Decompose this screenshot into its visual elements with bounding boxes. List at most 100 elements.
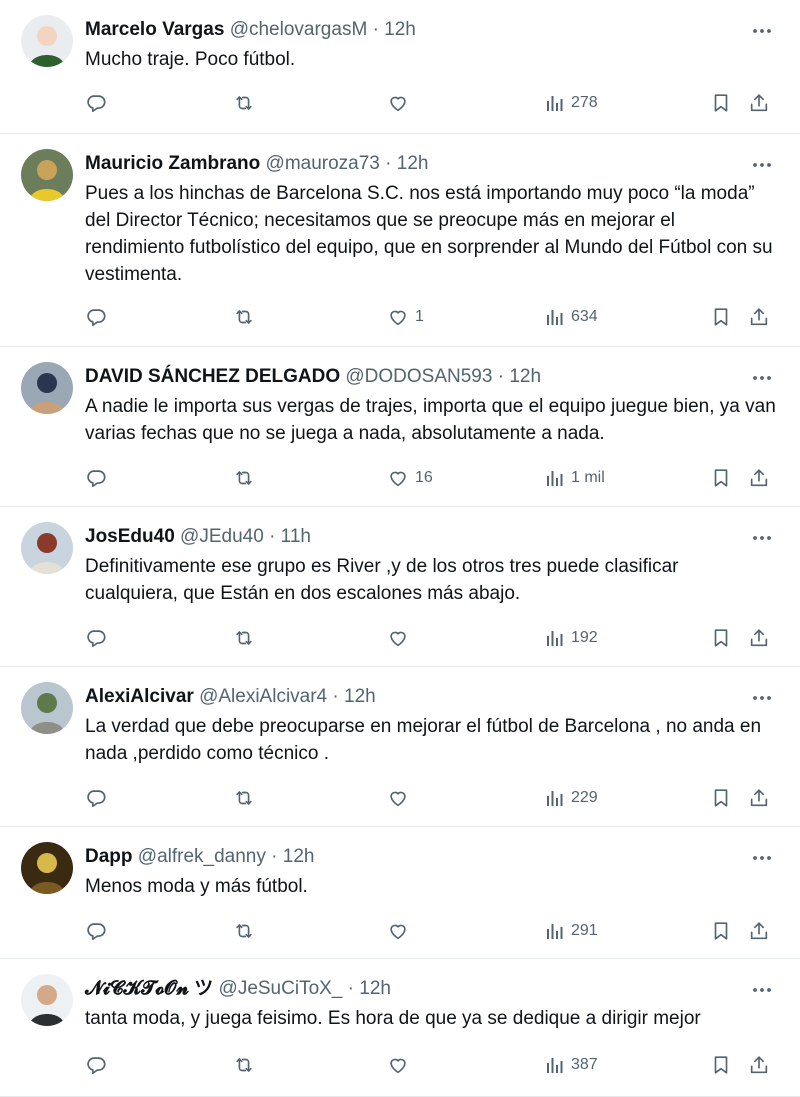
retweet-button[interactable]	[233, 304, 261, 330]
tweet-header: JosEdu40 @JEdu40 · 11h	[85, 524, 740, 550]
retweet-button[interactable]	[233, 465, 261, 491]
more-icon[interactable]	[750, 846, 774, 870]
reply-button[interactable]	[85, 304, 113, 330]
display-name[interactable]: Mauricio Zambrano	[85, 153, 260, 174]
display-name[interactable]: Dapp	[85, 846, 133, 867]
tweet-text: Mucho traje. Poco fútbol.	[85, 49, 296, 70]
timestamp[interactable]: 12h	[283, 846, 315, 867]
tweet-header: DAVID SÁNCHEZ DELGADO @DODOSAN593 · 12h	[85, 364, 740, 390]
user-handle[interactable]: @DODOSAN593	[345, 366, 492, 387]
avatar[interactable]	[21, 842, 73, 894]
like-button[interactable]	[387, 918, 415, 944]
views-button[interactable]: 229	[545, 785, 598, 811]
separator-dot: ·	[271, 846, 278, 867]
avatar[interactable]	[21, 362, 73, 414]
reply-button[interactable]	[85, 918, 113, 944]
more-icon[interactable]	[750, 686, 774, 710]
more-icon[interactable]	[750, 19, 774, 43]
tweet[interactable]: Mauricio Zambrano @mauroza73 · 12h Pues …	[0, 134, 800, 347]
heart-icon	[387, 1054, 409, 1076]
views-button[interactable]: 634	[545, 304, 598, 330]
share-button[interactable]	[748, 785, 770, 811]
views-button[interactable]: 192	[545, 625, 598, 651]
bookmark-button[interactable]	[710, 625, 732, 651]
more-icon[interactable]	[750, 366, 774, 390]
bookmark-icon	[710, 467, 732, 489]
like-button[interactable]: 16	[387, 465, 433, 491]
retweet-button[interactable]	[233, 785, 261, 811]
action-bar: 192	[85, 625, 776, 651]
more-icon[interactable]	[750, 153, 774, 177]
retweet-button[interactable]	[233, 90, 261, 116]
avatar-image	[21, 974, 73, 1026]
display-name[interactable]: AlexiAlcivar	[85, 686, 194, 707]
timestamp[interactable]: 11h	[281, 526, 311, 547]
like-button[interactable]	[387, 90, 415, 116]
avatar[interactable]	[21, 149, 73, 201]
avatar-image	[21, 362, 73, 414]
views-icon	[545, 921, 565, 941]
reply-button[interactable]	[85, 465, 113, 491]
avatar[interactable]	[21, 682, 73, 734]
display-name[interactable]: DAVID SÁNCHEZ DELGADO	[85, 366, 340, 387]
user-handle[interactable]: @mauroza73	[266, 153, 380, 174]
share-button[interactable]	[748, 625, 770, 651]
retweet-icon	[233, 787, 255, 809]
user-handle[interactable]: @AlexiAlcivar4	[199, 686, 327, 707]
share-button[interactable]	[748, 1052, 770, 1078]
display-name[interactable]: JosEdu40	[85, 526, 175, 547]
like-button[interactable]: 1	[387, 304, 424, 330]
retweet-button[interactable]	[233, 918, 261, 944]
tweet[interactable]: 𝓝𝓲𝓒𝓚𝓣𝓸𝓞𝓷 ツ @JeSuCiToX_ · 12h tanta moda,…	[0, 959, 800, 1097]
user-handle[interactable]: @alfrek_danny	[138, 846, 266, 867]
like-button[interactable]	[387, 625, 415, 651]
bookmark-button[interactable]	[710, 304, 732, 330]
timestamp[interactable]: 12h	[359, 978, 391, 999]
user-handle[interactable]: @JEdu40	[180, 526, 264, 547]
tweet[interactable]: Dapp @alfrek_danny · 12h Menos moda y má…	[0, 827, 800, 959]
avatar[interactable]	[21, 522, 73, 574]
bookmark-button[interactable]	[710, 785, 732, 811]
user-handle[interactable]: @chelovargasM	[230, 19, 368, 40]
share-button[interactable]	[748, 304, 770, 330]
reply-button[interactable]	[85, 1052, 113, 1078]
avatar[interactable]	[21, 15, 73, 67]
user-handle[interactable]: @JeSuCiToX_	[219, 978, 343, 999]
share-button[interactable]	[748, 465, 770, 491]
timestamp[interactable]: 12h	[344, 686, 376, 707]
reply-button[interactable]	[85, 90, 113, 116]
views-button[interactable]: 1 mil	[545, 465, 605, 491]
retweet-button[interactable]	[233, 1052, 261, 1078]
like-button[interactable]	[387, 1052, 415, 1078]
share-button[interactable]	[748, 918, 770, 944]
tweet[interactable]: JosEdu40 @JEdu40 · 11h Definitivamente e…	[0, 507, 800, 667]
more-icon[interactable]	[750, 978, 774, 1002]
timestamp[interactable]: 12h	[509, 366, 541, 387]
views-button[interactable]: 387	[545, 1052, 598, 1078]
timestamp[interactable]: 12h	[384, 19, 416, 40]
display-name[interactable]: 𝓝𝓲𝓒𝓚𝓣𝓸𝓞𝓷 ツ	[85, 978, 213, 999]
reply-icon	[85, 92, 107, 114]
bookmark-button[interactable]	[710, 1052, 732, 1078]
bookmark-button[interactable]	[710, 465, 732, 491]
views-button[interactable]: 291	[545, 918, 598, 944]
action-bar: 278	[85, 90, 776, 116]
avatar[interactable]	[21, 974, 73, 1026]
reply-button[interactable]	[85, 625, 113, 651]
views-button[interactable]: 278	[545, 90, 598, 116]
view-count: 278	[571, 94, 598, 111]
tweet-header: Mauricio Zambrano @mauroza73 · 12h	[85, 151, 740, 177]
display-name[interactable]: Marcelo Vargas	[85, 19, 224, 40]
tweet[interactable]: AlexiAlcivar @AlexiAlcivar4 · 12h La ver…	[0, 667, 800, 827]
tweet[interactable]: DAVID SÁNCHEZ DELGADO @DODOSAN593 · 12h …	[0, 347, 800, 507]
tweet[interactable]: Marcelo Vargas @chelovargasM · 12h Mucho…	[0, 0, 800, 134]
heart-icon	[387, 467, 409, 489]
more-icon[interactable]	[750, 526, 774, 550]
reply-button[interactable]	[85, 785, 113, 811]
bookmark-button[interactable]	[710, 918, 732, 944]
retweet-button[interactable]	[233, 625, 261, 651]
like-button[interactable]	[387, 785, 415, 811]
share-button[interactable]	[748, 90, 770, 116]
bookmark-button[interactable]	[710, 90, 732, 116]
timestamp[interactable]: 12h	[397, 153, 429, 174]
